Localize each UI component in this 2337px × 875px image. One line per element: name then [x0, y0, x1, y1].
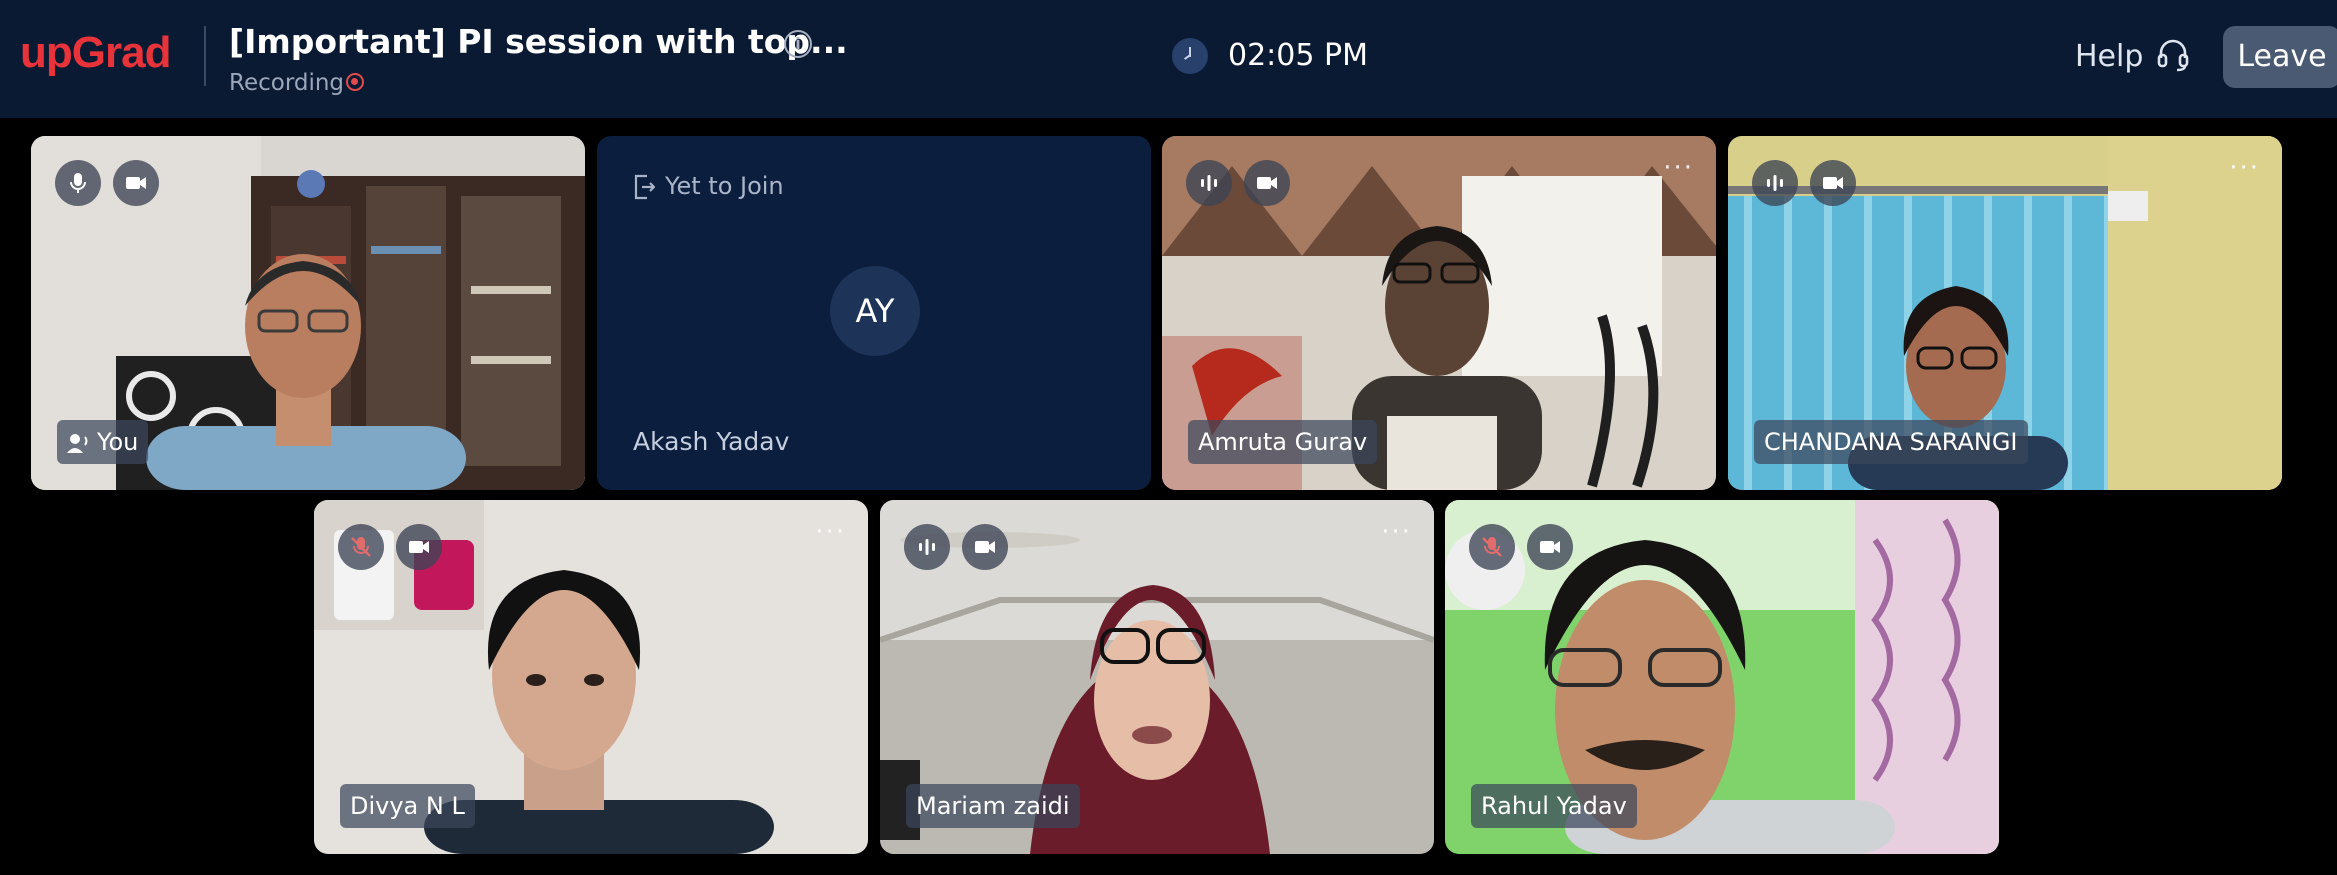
more-options-icon[interactable]: ··· [815, 519, 846, 545]
mic-icon[interactable] [55, 160, 101, 206]
participant-tile-rahul-yadav[interactable]: Rahul Yadav [1445, 500, 1999, 854]
participant-tile-divya-n-l[interactable]: ··· Divya N L [314, 500, 868, 854]
participant-name: Akash Yadav [633, 427, 790, 456]
meeting-title: [Important] PI session with top... [229, 22, 848, 61]
participant-tile-akash-yadav[interactable]: Yet to Join AY Akash Yadav [597, 136, 1151, 490]
camera-icon[interactable] [1244, 160, 1290, 206]
participant-name-tag: Rahul Yadav [1471, 784, 1637, 828]
more-options-icon[interactable]: ··· [1381, 519, 1412, 545]
clock-icon [1172, 38, 1208, 74]
camera-icon[interactable] [962, 524, 1008, 570]
camera-icon[interactable] [396, 524, 442, 570]
participant-name: You [97, 428, 139, 456]
more-options-icon[interactable]: ··· [1663, 155, 1694, 181]
yet-to-join-label: Yet to Join [665, 172, 784, 200]
join-pending-icon [634, 174, 655, 200]
upgrad-logo: upGrad [20, 28, 171, 77]
meeting-time: 02:05 PM [1228, 38, 1368, 73]
mic-muted-icon[interactable] [338, 524, 384, 570]
speaker-icon [67, 434, 88, 453]
leave-button[interactable]: Leave [2223, 26, 2337, 88]
participant-tile-chandana-sarangi[interactable]: ··· CHANDANA SARANGI [1728, 136, 2282, 490]
participant-tile-amruta-gurav[interactable]: ··· Amruta Gurav [1162, 136, 1716, 490]
participant-name-tag: Divya N L [340, 784, 475, 828]
audio-level-icon[interactable] [1752, 160, 1798, 206]
meeting-header: upGrad [Important] PI session with top..… [0, 0, 2337, 118]
participant-tile-mariam-zaidi[interactable]: ··· Mariam zaidi [880, 500, 1434, 854]
help-label[interactable]: Help [2075, 39, 2143, 74]
headset-icon[interactable] [2155, 36, 2191, 72]
audio-level-icon[interactable] [1186, 160, 1232, 206]
more-options-icon[interactable]: ··· [2229, 155, 2260, 181]
camera-icon[interactable] [1810, 160, 1856, 206]
participant-name: Divya N L [350, 792, 465, 820]
info-icon[interactable]: i [784, 30, 812, 58]
recording-label: Recording [229, 70, 345, 96]
recording-indicator-icon [346, 73, 364, 91]
participant-name: Mariam zaidi [916, 792, 1070, 820]
participant-name: Amruta Gurav [1198, 428, 1368, 456]
mic-muted-icon[interactable] [1469, 524, 1515, 570]
participant-avatar: AY [830, 266, 920, 356]
header-divider [204, 26, 206, 86]
participant-name: Rahul Yadav [1481, 792, 1627, 820]
participant-name-tag: Mariam zaidi [906, 784, 1080, 828]
participant-name-tag: Amruta Gurav [1188, 420, 1378, 464]
participant-tile-you[interactable]: You [31, 136, 585, 490]
audio-level-icon[interactable] [904, 524, 950, 570]
participant-name: CHANDANA SARANGI [1764, 428, 2018, 456]
participant-name-tag: You [57, 420, 149, 464]
camera-icon[interactable] [1527, 524, 1573, 570]
camera-icon[interactable] [113, 160, 159, 206]
participant-name-tag: CHANDANA SARANGI [1754, 420, 2028, 464]
yet-to-join-status: Yet to Join [633, 172, 784, 200]
